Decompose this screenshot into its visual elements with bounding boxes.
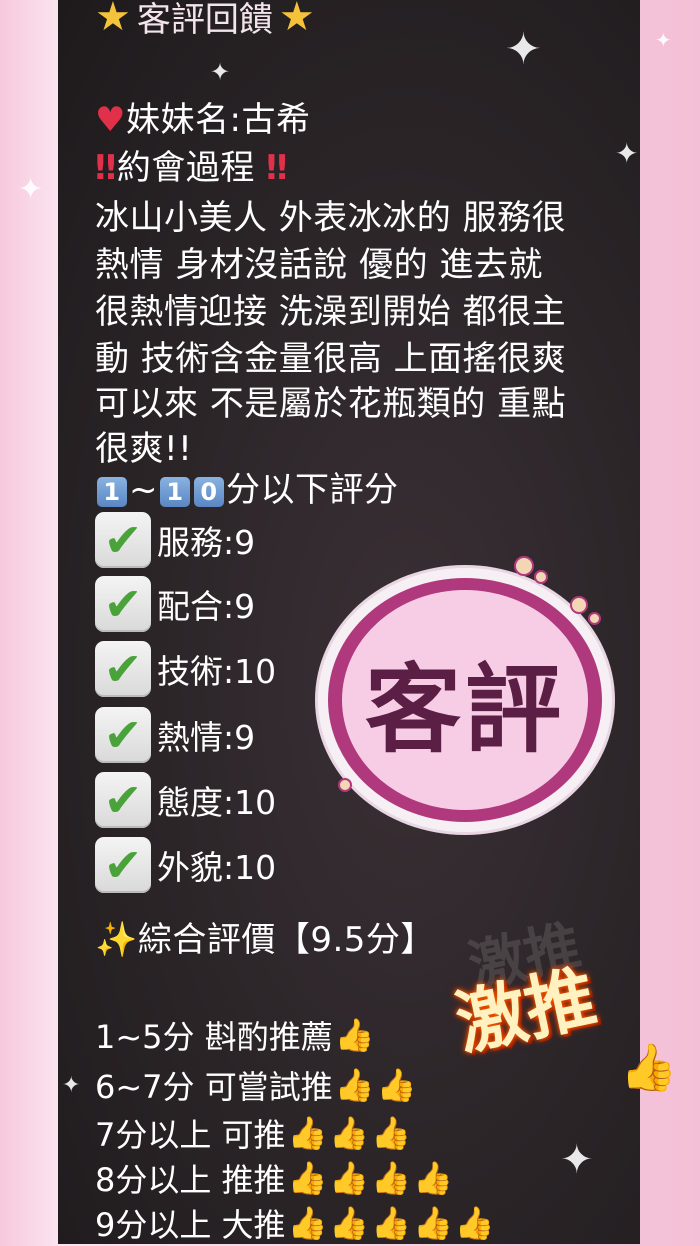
double-exclamation-icon: ‼ — [95, 148, 117, 188]
checkmark-icon: ✔ — [95, 707, 151, 763]
badge-bubble — [588, 612, 601, 625]
description-line: 冰山小美人 外表冰冰的 服務很 — [95, 198, 567, 238]
tilde-text: ~ — [129, 470, 158, 510]
keycap-digit: 1 — [97, 476, 127, 507]
recommendation-line: 9分以上 大推 👍 👍 👍 👍 👍 — [95, 1200, 495, 1246]
thumbs-up-icon: 👍 — [329, 1204, 370, 1242]
score-row: ✔ 技術:10 — [95, 641, 276, 697]
checkmark-icon: ✔ — [95, 512, 151, 568]
sparkle-icon: ✦ — [655, 28, 672, 52]
badge-text: 客評 — [365, 654, 565, 766]
recommendation-text: 9分以上 大推 — [95, 1206, 286, 1244]
recommendation-line: 6~7分 可嘗試推 👍 👍 — [95, 1062, 416, 1108]
recommendation-text: 1~5分 斟酌推薦 — [95, 1018, 333, 1056]
name-text: 妹妹名:古希 — [125, 100, 311, 140]
sparkles-icon: ✨ — [95, 920, 138, 960]
recommendation-line: 1~5分 斟酌推薦 👍 — [95, 1012, 375, 1058]
score-row: ✔ 服務:9 — [95, 512, 255, 568]
star-icon: ★ — [278, 0, 315, 40]
thumbs-up-icon: 👍 — [334, 1016, 375, 1054]
thumbs-up-icon: 👍 — [371, 1159, 412, 1197]
recommendation-text: 6~7分 可嘗試推 — [95, 1068, 333, 1106]
review-badge: 客評 — [318, 568, 612, 832]
thumbs-up-icon: 👍 — [413, 1159, 453, 1197]
description-line: 熱情 身材沒話說 優的 進去就 — [95, 245, 543, 285]
sparkle-icon: ✦ — [62, 1073, 81, 1098]
score-label: 態度:10 — [157, 783, 277, 822]
badge-bubble — [534, 570, 548, 584]
keycap-digit: 1 — [160, 476, 190, 507]
rating-scale: 1 ~1 0 分以下評分 — [95, 462, 399, 511]
description-line: 可以來 不是屬於花瓶類的 重點 — [95, 384, 567, 424]
score-row: ✔ 態度:10 — [95, 772, 276, 828]
recommendation-line: 7分以上 可推 👍 👍 👍 — [95, 1110, 411, 1156]
overall-rating: ✨綜合評價【9.5分】 — [95, 912, 435, 961]
page-title-text: 客評回饋 — [136, 0, 273, 40]
recommendation-text: 7分以上 可推 — [95, 1116, 286, 1154]
checkmark-icon: ✔ — [95, 837, 151, 893]
page-title: ★ 客評回饋 ★ — [95, 0, 315, 41]
heart-icon: ♥ — [95, 100, 126, 140]
rating-scale-text: 分以下評分 — [226, 470, 399, 510]
score-label: 外貌:10 — [157, 848, 277, 887]
score-row: ✔ 熱情:9 — [95, 707, 255, 763]
thumbs-up-icon: 👍 — [620, 1040, 678, 1094]
overall-rating-text: 綜合評價【9.5分】 — [137, 920, 435, 960]
score-label: 熱情:9 — [157, 718, 256, 757]
thumbs-up-icon: 👍 — [287, 1204, 328, 1242]
checkmark-icon: ✔ — [95, 641, 151, 697]
process-title-text: 約會過程 — [116, 148, 255, 188]
thumbs-up-icon: 👍 — [371, 1204, 412, 1242]
thumbs-up-icon: 👍 — [287, 1114, 328, 1152]
description-line: 動 技術含金量很高 上面搖很爽 — [95, 339, 567, 379]
recommendation-line: 8分以上 推推 👍 👍 👍 👍 — [95, 1155, 453, 1201]
sparkle-icon: ✦ — [18, 172, 44, 207]
badge-bubble — [570, 596, 588, 614]
recommendation-text: 8分以上 推推 — [95, 1161, 286, 1199]
keycap-digit: 0 — [194, 476, 224, 507]
badge-bubble — [514, 556, 534, 576]
double-exclamation-icon: ‼ — [266, 148, 288, 188]
thumbs-up-icon: 👍 — [454, 1204, 495, 1242]
thumbs-up-icon: 👍 — [413, 1204, 453, 1242]
score-row: ✔ 配合:9 — [95, 576, 255, 632]
sparkle-icon: ✦ — [615, 137, 639, 170]
checkmark-icon: ✔ — [95, 772, 151, 828]
thumbs-up-icon: 👍 — [376, 1066, 417, 1104]
checkmark-icon: ✔ — [95, 576, 151, 632]
thumbs-up-icon: 👍 — [371, 1114, 412, 1152]
name-line: ♥妹妹名:古希 — [95, 92, 310, 141]
sparkle-icon: ✦ — [560, 1137, 594, 1183]
description-line: 很熱情迎接 洗澡到開始 都很主 — [95, 292, 567, 332]
score-label: 配合:9 — [157, 587, 256, 626]
sparkle-icon: ✦ — [210, 58, 231, 86]
sparkle-icon: ✦ — [505, 24, 542, 75]
process-title: ‼約會過程 ‼ — [95, 140, 288, 189]
thumbs-up-icon: 👍 — [329, 1159, 370, 1197]
thumbs-up-icon: 👍 — [334, 1066, 375, 1104]
score-label: 技術:10 — [157, 652, 277, 691]
star-icon: ★ — [95, 0, 131, 40]
score-label: 服務:9 — [157, 523, 256, 562]
thumbs-up-icon: 👍 — [287, 1159, 328, 1197]
score-row: ✔ 外貌:10 — [95, 837, 276, 893]
thumbs-up-icon: 👍 — [329, 1114, 370, 1152]
badge-bubble — [338, 778, 352, 792]
